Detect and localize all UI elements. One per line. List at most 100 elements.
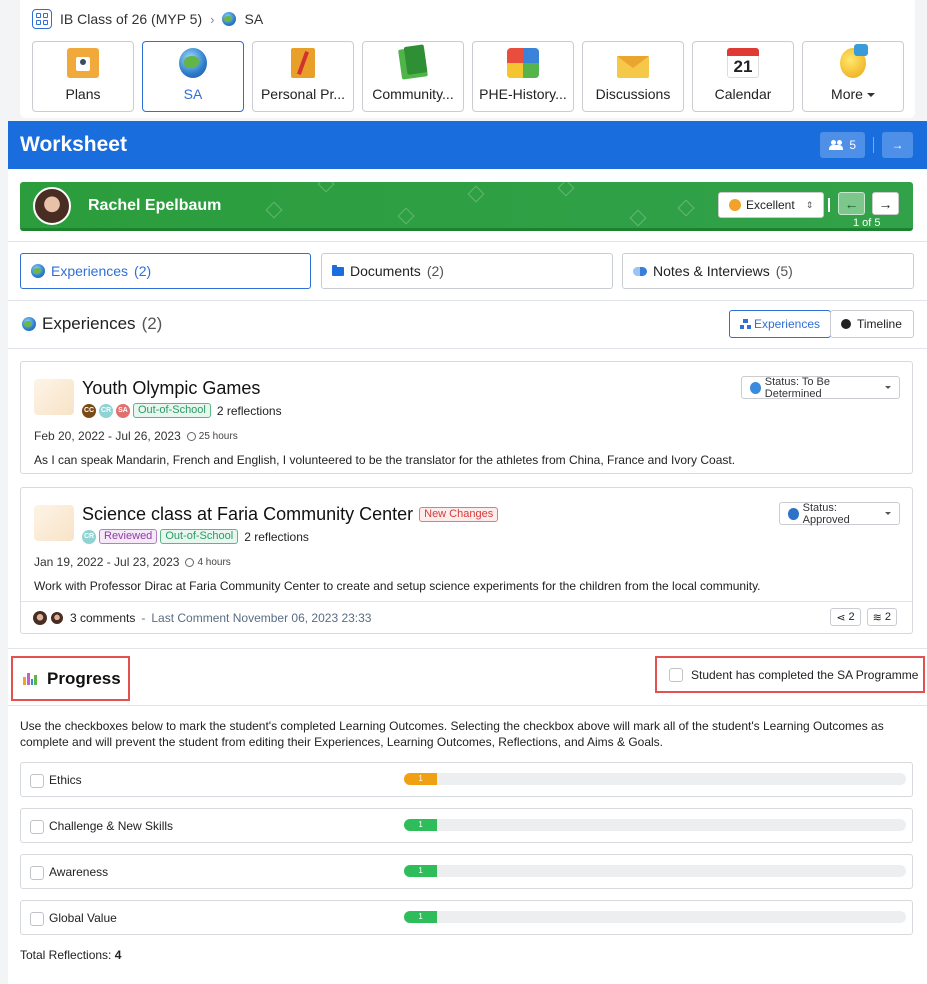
- avatar: [33, 610, 47, 625]
- avatar: [50, 610, 64, 625]
- learning-outcome-checkbox[interactable]: [30, 820, 44, 834]
- status-dropdown[interactable]: Status: To Be Determined: [741, 376, 900, 400]
- breadcrumb-class[interactable]: IB Class of 26 (MYP 5): [60, 11, 202, 27]
- separator: -: [141, 610, 146, 625]
- arrow-right-icon: →: [891, 138, 904, 152]
- checkbox-label: Student has completed the SA Programme: [691, 667, 919, 682]
- next-student-button[interactable]: →: [872, 192, 899, 215]
- caret-down-icon: [885, 512, 891, 515]
- exit-button[interactable]: →: [882, 132, 913, 158]
- view-label: Experiences: [753, 317, 820, 331]
- clock-icon: [186, 431, 196, 441]
- tile-label: Discussions: [595, 86, 671, 102]
- reflections-count: 2 reflections: [244, 529, 309, 544]
- lightbulb-icon: [840, 44, 868, 78]
- section-title: Experiences: [42, 314, 136, 333]
- chevron-right-icon: ›: [210, 11, 215, 27]
- tab-experiences[interactable]: Experiences (2): [20, 253, 311, 289]
- status-tbd-icon: [750, 381, 761, 394]
- programme-complete-checkbox[interactable]: Student has completed the SA Programme: [655, 656, 925, 693]
- tile-community[interactable]: Community...: [362, 41, 464, 112]
- tile-label: Community...: [372, 86, 454, 102]
- divider: [8, 348, 927, 349]
- comments-count[interactable]: 3 comments: [70, 611, 135, 625]
- experience-title[interactable]: Science class at Faria Community Center: [82, 504, 413, 525]
- structure-view-button[interactable]: Experiences: [729, 310, 831, 338]
- medal-icon: [729, 199, 741, 211]
- student-count: 5: [849, 138, 856, 152]
- bar-chart-icon: [23, 672, 37, 685]
- progress-bar-fill: 1: [404, 819, 438, 831]
- section-count: (2): [141, 314, 163, 333]
- hours: 25 hours: [186, 431, 238, 442]
- calendar-icon: 21: [727, 48, 759, 78]
- rating-dropdown[interactable]: Excellent ⇕: [718, 192, 824, 218]
- learning-outcome-label: Ethics: [49, 773, 82, 787]
- share-count[interactable]: ⋖ 2: [830, 608, 861, 626]
- tile-label: Personal Pr...: [260, 86, 346, 102]
- badge-new-changes: New Changes: [419, 507, 499, 522]
- tab-count: (5): [775, 263, 793, 279]
- status-dropdown[interactable]: Status: Approved: [779, 502, 900, 526]
- divider: [8, 705, 927, 706]
- tile-more[interactable]: More: [802, 41, 904, 112]
- progress-bar-fill: 1: [404, 865, 438, 877]
- envelope-icon: [617, 56, 649, 78]
- reflections-count: 2 reflections: [216, 403, 282, 418]
- view-label: Timeline: [857, 317, 902, 331]
- experiences-heading: Experiences (2): [22, 314, 162, 334]
- previous-student-button[interactable]: ←: [838, 192, 865, 215]
- tile-calendar[interactable]: 21 Calendar: [692, 41, 794, 112]
- badge-reviewed: Reviewed: [99, 529, 158, 544]
- tab-documents[interactable]: Documents (2): [321, 253, 613, 289]
- arrow-right-icon: →: [878, 195, 893, 212]
- learning-outcome-label: Challenge & New Skills: [49, 819, 174, 833]
- layers-count[interactable]: ≋ 2: [866, 608, 897, 626]
- chevron-updown-icon: ⇕: [805, 199, 814, 210]
- globe-icon: [22, 317, 36, 331]
- share-icon: ⋖: [836, 611, 846, 624]
- rating-label: Excellent: [746, 198, 795, 212]
- grid-icon[interactable]: [32, 9, 52, 29]
- class-navigation: IB Class of 26 (MYP 5) › SA Plans SA Per…: [20, 0, 915, 118]
- experience-card[interactable]: Youth Olympic Games CC CR SA Out-of-Scho…: [20, 361, 913, 474]
- hours: 4 hours: [185, 557, 231, 568]
- divider: [873, 137, 874, 153]
- learning-outcome-row: Challenge & New Skills 1: [20, 808, 913, 843]
- badge-out-of-school: Out-of-School: [160, 529, 239, 544]
- users-icon: [829, 140, 844, 150]
- learning-outcome-checkbox[interactable]: [30, 866, 44, 880]
- learning-outcome-checkbox[interactable]: [30, 912, 44, 926]
- tile-personal-project[interactable]: Personal Pr...: [252, 41, 354, 112]
- progress-bar-fill: 1: [404, 773, 438, 785]
- structure-icon: [740, 318, 748, 330]
- experience-dates: Jan 19, 2022 - Jul 23, 2023 4 hours: [34, 555, 231, 569]
- tile-plans[interactable]: Plans: [32, 41, 134, 112]
- clock-icon: [841, 319, 851, 329]
- progress-bar: 1: [404, 911, 906, 923]
- caret-down-icon: [866, 93, 875, 98]
- learning-outcome-checkbox[interactable]: [30, 774, 44, 788]
- progress-bar: 1: [404, 773, 906, 785]
- learning-outcome-label: Awareness: [49, 865, 109, 879]
- experience-meta: CC CR SA Out-of-School 2 reflections: [82, 403, 282, 418]
- tab-notes-interviews[interactable]: Notes & Interviews (5): [622, 253, 914, 289]
- tile-phe-history[interactable]: PHE-History...: [472, 41, 574, 112]
- experience-card[interactable]: Science class at Faria Community Center …: [20, 487, 913, 634]
- checkbox[interactable]: [669, 667, 683, 682]
- tab-count: (2): [134, 263, 152, 279]
- tile-sa[interactable]: SA: [142, 41, 244, 112]
- tile-label: Plans: [65, 86, 101, 102]
- experience-title[interactable]: Youth Olympic Games: [82, 378, 260, 399]
- progress-bar: 1: [404, 865, 906, 877]
- timeline-view-button[interactable]: Timeline: [830, 310, 914, 338]
- globe-icon: [179, 48, 207, 78]
- breadcrumb-current: SA: [244, 11, 264, 27]
- learning-outcome-row: Ethics 1: [20, 762, 913, 797]
- badge-out-of-school: Out-of-School: [133, 403, 211, 418]
- learning-outcome-row: Global Value 1: [20, 900, 913, 935]
- learning-outcome-label: Global Value: [49, 911, 117, 925]
- tile-discussions[interactable]: Discussions: [582, 41, 684, 112]
- books-icon: [398, 46, 428, 80]
- students-button[interactable]: 5: [820, 132, 865, 158]
